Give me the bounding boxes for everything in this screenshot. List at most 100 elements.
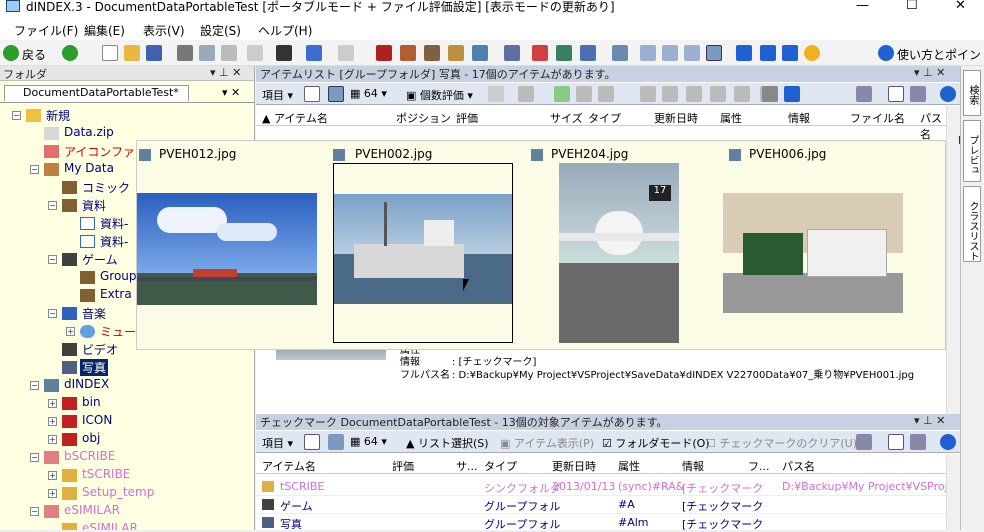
star-icon[interactable] [804,45,820,61]
sync-icon[interactable] [504,45,520,61]
redo-icon[interactable] [338,45,354,61]
item-list-scrollbar[interactable] [946,106,960,414]
clear-check-button[interactable]: ☐ チェックマークのクリア(U) [706,435,857,451]
col-attr[interactable]: 属性 [720,110,742,126]
detail-view-icon[interactable] [304,86,320,102]
properties-icon[interactable] [247,45,263,61]
expand-icon[interactable]: + [48,471,57,480]
collapse-icon[interactable]: − [48,201,57,210]
grid-icon[interactable] [888,434,904,450]
expand-icon[interactable]: + [48,435,57,444]
thumbnail-airplane[interactable]: 17 [559,163,679,343]
check-icon[interactable] [532,45,548,61]
col-info[interactable]: 情報 [682,458,704,474]
detail-view-icon[interactable] [304,434,320,450]
pin-icon[interactable]: ▾ ⊥ ✕ [210,66,241,79]
down-icon[interactable] [686,86,702,102]
table-row[interactable]: ゲーム グループフォル #A [チェックマーク [256,496,946,514]
check-thumb-size-button[interactable]: ▦ 64 ▾ [350,435,387,448]
checkmark-scrollbar[interactable] [946,454,960,530]
col-updated[interactable]: 更新日時 [552,458,596,474]
tag-icon[interactable] [400,45,416,61]
item-show-button[interactable]: ▣ アイテム表示(P) [500,435,594,451]
prev-page-icon[interactable] [762,86,778,102]
menu-view[interactable]: 表示(V) [143,22,185,39]
window-icon[interactable] [580,45,596,61]
col-position[interactable]: ポジション [396,110,451,126]
help-icon[interactable] [878,45,894,61]
collapse-icon[interactable]: − [30,453,39,462]
thumbnail-view-icon[interactable] [328,434,344,450]
maximize-button[interactable]: ☐ [906,0,918,13]
col-info[interactable]: 情報 [788,110,810,126]
pane-controls-icon[interactable]: ▾ ⊥ ✕ [914,414,945,427]
pane-controls-icon[interactable]: ▾ ⊥ ✕ [914,66,945,79]
list-view-icon[interactable] [640,45,656,61]
copy-icon[interactable] [488,86,504,102]
col-type[interactable]: タイプ [588,110,621,126]
book-icon[interactable] [376,45,392,61]
col-item-name[interactable]: アイテム名 [262,458,316,474]
bottom-icon[interactable] [710,86,726,102]
thumbnail-bridge[interactable] [137,193,317,305]
link-icon[interactable] [448,45,464,61]
tab-search[interactable]: 検索 [963,70,981,116]
table-row[interactable]: 写真 グループフォル #Alm [チェックマーク [256,514,946,532]
undo-icon[interactable] [306,45,322,61]
col-attr[interactable]: 属性 [618,458,640,474]
up-icon[interactable] [662,86,678,102]
export-icon[interactable] [556,45,572,61]
paste-icon[interactable] [221,45,237,61]
expand-icon[interactable]: + [48,399,57,408]
menu-edit[interactable]: 編集(E) [84,22,125,39]
menu-help[interactable]: ヘルプ(H) [258,22,312,39]
eval-button[interactable]: ▣ 個数評価 ▾ [406,87,473,103]
checkbox-icon[interactable] [736,45,752,61]
thumbnail-boat-selected[interactable] [333,163,513,343]
table-row[interactable]: tSCRIBE シンクフォルダ 2013/01/13 (sync)#RA& [チ… [256,478,954,496]
check-item-column-button[interactable]: 項目 ▾ [262,435,293,451]
col-size[interactable]: サ... [456,458,478,474]
col-rating[interactable]: 評価 [392,458,414,474]
group-icon[interactable] [576,86,592,102]
collapse-icon[interactable]: − [30,507,39,516]
tab-preview[interactable]: プレビュー [952,120,981,182]
tab-menu-icon[interactable]: ▾ ✕ [222,86,240,99]
col-f[interactable]: フ... [748,458,770,474]
next-icon[interactable] [782,45,798,61]
expand-icon[interactable]: + [48,489,57,498]
open-folder-icon[interactable] [124,45,140,61]
col-size[interactable]: サイズ [550,110,583,126]
font-icon[interactable] [856,434,872,450]
close-button[interactable]: ✕ [955,0,966,13]
col-updated[interactable]: 更新日時 [654,110,698,126]
grid-icon[interactable] [888,86,904,102]
delete-icon[interactable] [276,45,292,61]
item-column-button[interactable]: 項目 ▾ [262,87,293,103]
collapse-icon[interactable]: − [48,255,57,264]
thumb-size-button[interactable]: ▦ 64 ▾ [350,87,387,100]
thumbnail-trucks[interactable] [723,193,903,313]
collapse-icon[interactable]: − [30,381,39,390]
help-icon[interactable] [940,434,956,450]
expand-icon[interactable]: + [66,327,75,336]
expand-icon[interactable]: + [48,417,57,426]
forward-icon[interactable] [62,45,78,61]
back-icon[interactable] [3,45,19,61]
new-icon[interactable] [102,45,118,61]
folder-mode-button[interactable]: ☑ フォルダモード(O) [602,435,710,451]
menu-file[interactable]: ファイル(F) [14,22,78,39]
col-type[interactable]: タイプ [484,458,517,474]
next-page-icon[interactable] [784,86,800,102]
collapse-icon[interactable]: − [12,111,21,120]
grid-view-icon[interactable] [684,45,700,61]
list-icon[interactable] [598,86,614,102]
find-icon[interactable] [472,45,488,61]
detail-view-icon[interactable] [662,45,678,61]
save-icon[interactable] [146,45,162,61]
minimize-button[interactable]: — [856,0,869,13]
collapse-icon[interactable]: − [30,165,39,174]
col-filename[interactable]: ファイル名 [850,110,905,126]
col-rating[interactable]: 評価 [456,110,478,126]
move-icon[interactable] [640,86,656,102]
